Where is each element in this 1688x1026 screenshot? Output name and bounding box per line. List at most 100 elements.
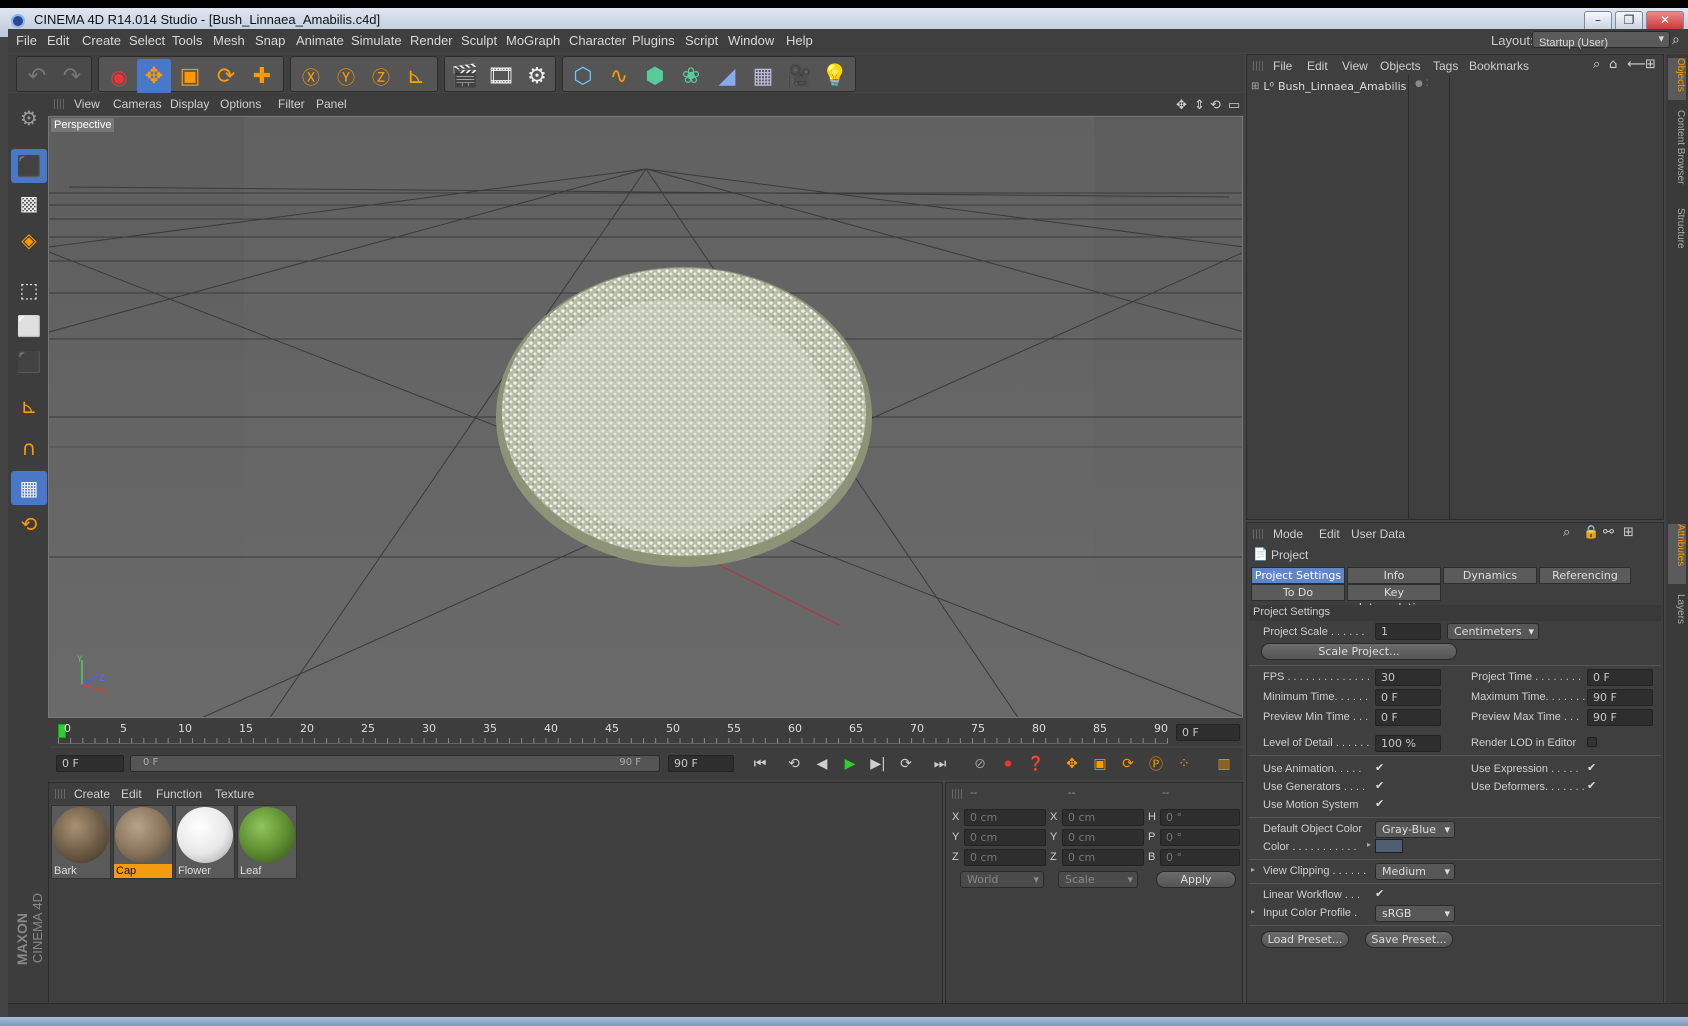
visibility-dots-icon[interactable]: ● ⁚	[1415, 79, 1429, 89]
start-frame-field[interactable]: 0 F	[56, 755, 124, 772]
solo-icon[interactable]: ⟲	[11, 507, 47, 541]
vp-menu-options[interactable]: Options	[220, 97, 261, 111]
attr-menu-userdata[interactable]: User Data	[1351, 527, 1405, 541]
menu-animate[interactable]: Animate	[296, 33, 344, 48]
project-scale-unit-dropdown[interactable]: Centimeters ▾	[1447, 623, 1539, 640]
key-scale-icon[interactable]: ▣	[1088, 752, 1112, 776]
material-leaf[interactable]: Leaf	[237, 805, 297, 879]
menu-create[interactable]: Create	[82, 33, 121, 48]
obj-menu-bookmarks[interactable]: Bookmarks	[1469, 59, 1529, 73]
object-row[interactable]: ⊞ L⁰ Bush_Linnaea_Amabilis	[1251, 77, 1406, 95]
prev-frame-icon[interactable]: ◀	[810, 752, 834, 776]
tab-referencing[interactable]: Referencing	[1539, 567, 1631, 584]
menu-mograph[interactable]: MoGraph	[506, 33, 560, 48]
workplane-mode-icon[interactable]: ◈	[11, 223, 47, 257]
points-mode-icon[interactable]: ⬚	[11, 273, 47, 307]
panel-grip-icon[interactable]	[1253, 61, 1265, 71]
input-profile-dropdown[interactable]: sRGB ▾	[1375, 905, 1455, 922]
goto-start-icon[interactable]: ⏮	[748, 752, 772, 776]
rotation-p-field[interactable]: 0 °	[1160, 829, 1240, 846]
panel-grip-icon[interactable]	[952, 789, 964, 799]
vp-menu-cameras[interactable]: Cameras	[113, 97, 162, 111]
next-key-icon[interactable]: ⟳	[894, 752, 918, 776]
view-clipping-dropdown[interactable]: Medium ▾	[1375, 863, 1455, 880]
maximize-button[interactable]: ❐	[1615, 11, 1643, 31]
panel-grip-icon[interactable]	[55, 789, 67, 799]
obj-menu-objects[interactable]: Objects	[1380, 59, 1421, 73]
key-parameter-icon[interactable]: Ⓟ	[1144, 752, 1168, 776]
redo-icon[interactable]: ↷	[55, 59, 89, 94]
position-z-field[interactable]: 0 cm	[964, 849, 1046, 866]
rotation-h-field[interactable]: 0 °	[1160, 809, 1240, 826]
lod-field[interactable]: 100 %	[1375, 735, 1441, 752]
default-color-dropdown[interactable]: Gray-Blue ▾	[1375, 821, 1455, 838]
tab-project-settings[interactable]: Project Settings	[1251, 567, 1345, 584]
menu-edit[interactable]: Edit	[47, 33, 69, 48]
menu-simulate[interactable]: Simulate	[351, 33, 402, 48]
move-tool-icon[interactable]: ✥	[137, 59, 171, 94]
close-button[interactable]: ✕	[1646, 11, 1684, 31]
use-motion-checkbox[interactable]: ✔	[1375, 797, 1384, 810]
keyframe-selection-icon[interactable]: ❓	[1024, 752, 1048, 776]
key-pla-icon[interactable]: ⁘	[1172, 752, 1196, 776]
render-settings-icon[interactable]: ⚙	[520, 59, 554, 94]
range-slider[interactable]: 0 F 90 F	[130, 755, 660, 772]
panel-grip-icon[interactable]	[54, 99, 66, 109]
preview-max-field[interactable]: 90 F	[1587, 709, 1653, 726]
vp-menu-view[interactable]: View	[74, 97, 100, 111]
autokey-icon[interactable]: ⏺	[996, 752, 1020, 776]
polygons-mode-icon[interactable]: ⬛	[11, 345, 47, 379]
side-tab-layers[interactable]: Layers	[1668, 594, 1686, 634]
project-time-field[interactable]: 0 F	[1587, 669, 1653, 686]
obj-menu-edit[interactable]: Edit	[1307, 59, 1328, 73]
expand-arrow-icon[interactable]: ▸	[1367, 840, 1371, 849]
obj-menu-tags[interactable]: Tags	[1433, 59, 1458, 73]
camera-icon[interactable]: 🎥	[782, 59, 816, 94]
model-mode-icon[interactable]: ⬛	[11, 149, 47, 183]
make-editable-icon[interactable]: ⚙	[11, 101, 47, 135]
material-cap[interactable]: Cap	[113, 805, 173, 879]
snap-magnet-icon[interactable]: ∩	[11, 431, 47, 465]
menu-select[interactable]: Select	[129, 33, 165, 48]
lock-icon[interactable]: 🔒	[1583, 525, 1599, 540]
edges-mode-icon[interactable]: ⬜	[11, 309, 47, 343]
obj-menu-file[interactable]: File	[1273, 59, 1292, 73]
coord-space-dropdown[interactable]: World ▾	[960, 871, 1044, 888]
recent-tools-icon[interactable]: ✚	[245, 59, 279, 94]
render-view-icon[interactable]: 🎬	[448, 59, 482, 94]
render-lod-checkbox[interactable]	[1587, 737, 1597, 747]
search-icon[interactable]: ⌕	[1672, 31, 1680, 48]
size-x-field[interactable]: 0 cm	[1062, 809, 1144, 826]
workplane-lock-icon[interactable]: ▦	[11, 471, 47, 505]
menu-character[interactable]: Character	[569, 33, 626, 48]
use-deformers-checkbox[interactable]: ✔	[1587, 779, 1596, 792]
tab-dynamics[interactable]: Dynamics	[1443, 567, 1537, 584]
prev-key-icon[interactable]: ⟲	[782, 752, 806, 776]
size-y-field[interactable]: 0 cm	[1062, 829, 1144, 846]
attr-menu-edit[interactable]: Edit	[1319, 527, 1340, 541]
next-frame-icon[interactable]: ▶|	[866, 752, 890, 776]
menu-tools[interactable]: Tools	[172, 33, 202, 48]
live-selection-icon[interactable]: ◉	[102, 59, 136, 94]
color-swatch[interactable]	[1375, 839, 1403, 853]
coordinate-system-icon[interactable]: ⊾	[399, 59, 433, 94]
key-position-icon[interactable]: ✥	[1060, 752, 1084, 776]
zoom-view-icon[interactable]: ⇕	[1194, 97, 1205, 113]
position-y-field[interactable]: 0 cm	[964, 829, 1046, 846]
tab-info[interactable]: Info	[1347, 567, 1441, 584]
attr-menu-mode[interactable]: Mode	[1273, 527, 1303, 541]
array-icon[interactable]: ❀	[674, 59, 708, 94]
obj-menu-view[interactable]: View	[1342, 59, 1368, 73]
rotate-view-icon[interactable]: ⟲	[1210, 97, 1221, 113]
z-axis-lock-icon[interactable]: Ⓩ	[364, 59, 398, 94]
max-time-field[interactable]: 90 F	[1587, 689, 1653, 706]
apply-button[interactable]: Apply	[1156, 871, 1236, 888]
search-icon[interactable]: ⌕	[1593, 57, 1600, 72]
pan-view-icon[interactable]: ✥	[1176, 97, 1187, 113]
link-icon[interactable]: ⚯	[1603, 525, 1614, 540]
save-preset-button[interactable]: Save Preset...	[1365, 931, 1453, 948]
new-panel-icon[interactable]: ⊞	[1623, 525, 1634, 540]
bush-object[interactable]	[496, 267, 872, 567]
tab-todo[interactable]: To Do	[1251, 584, 1345, 601]
3d-viewport[interactable]: Perspective Y Z X	[48, 116, 1243, 718]
